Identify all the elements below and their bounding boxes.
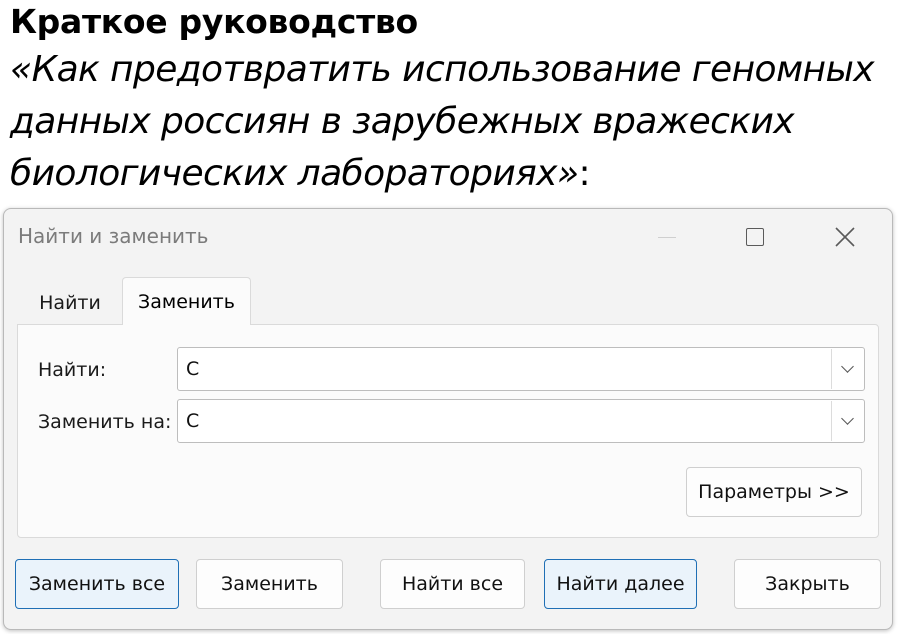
replace-combobox[interactable]: C [177, 399, 865, 443]
caption-line-3-text: биологических лабораториях» [10, 153, 579, 194]
find-dropdown-button[interactable] [831, 349, 863, 389]
minimize-button [644, 217, 690, 257]
tab-find[interactable]: Найти [18, 281, 122, 325]
title-bar[interactable]: Найти и заменить [4, 209, 892, 265]
caption: Краткое руководство «Как предотвратить и… [10, 0, 894, 200]
close-window-button[interactable] [822, 217, 868, 257]
close-icon [835, 227, 855, 247]
find-input[interactable]: С [186, 348, 199, 390]
replace-label: Заменить на: [38, 411, 172, 433]
find-next-button[interactable]: Найти далее [544, 559, 697, 609]
replace-all-button[interactable]: Заменить все [15, 559, 179, 609]
caption-line-2: данных россиян в зарубежных вражеских [10, 101, 795, 142]
chevron-down-icon [841, 412, 854, 425]
tab-replace[interactable]: Заменить [122, 277, 251, 325]
replace-input[interactable]: C [186, 400, 199, 442]
minimize-icon [658, 236, 676, 238]
replace-tab-panel: Найти: С Заменить на: C Параметры >> [17, 324, 879, 538]
caption-title: Краткое руководство [10, 2, 418, 41]
caption-line-3: биологических лабораториях»: [10, 148, 894, 200]
maximize-button[interactable] [732, 217, 778, 257]
find-all-button[interactable]: Найти все [380, 559, 525, 609]
close-button[interactable]: Закрыть [734, 559, 881, 609]
find-label: Найти: [38, 359, 107, 381]
maximize-icon [746, 228, 764, 246]
find-replace-dialog: Найти и заменить Найти Заменить Найти: С… [3, 208, 893, 630]
find-combobox[interactable]: С [177, 347, 865, 391]
caption-line-1: «Как предотвратить использование геномны… [10, 49, 875, 90]
parameters-button[interactable]: Параметры >> [686, 467, 862, 517]
replace-dropdown-button[interactable] [831, 401, 863, 441]
window-title: Найти и заменить [18, 224, 209, 248]
caption-line-3-suffix: : [578, 153, 591, 194]
replace-button[interactable]: Заменить [196, 559, 343, 609]
chevron-down-icon [841, 360, 854, 373]
